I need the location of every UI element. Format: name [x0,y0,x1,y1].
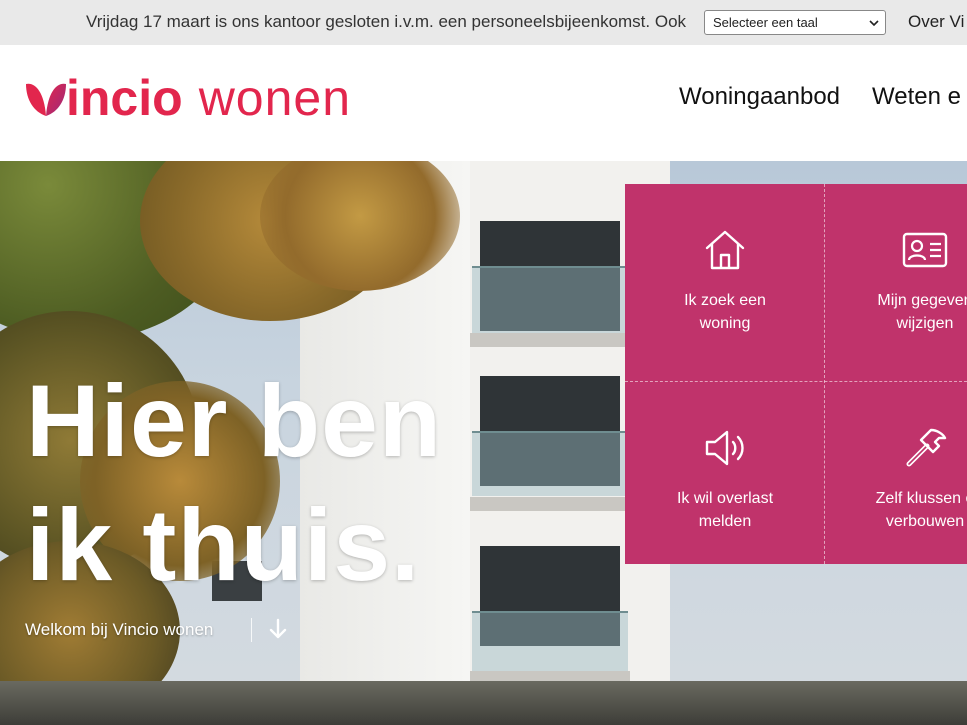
tile-gegevens-wijzigen[interactable]: Mijn gegeven wijzigen [825,184,967,382]
nav-item-weten[interactable]: Weten e [872,83,961,111]
tile-zelf-klussen[interactable]: Zelf klussen o verbouwen [825,382,967,580]
tile-label-line: wijzigen [896,315,954,332]
divider [251,618,252,642]
tile-label-line: verbouwen [885,513,965,530]
megaphone-icon [705,430,744,466]
balcony-glass [472,266,628,336]
tile-label: Zelf klussen o verbouwen [825,487,967,533]
tile-label: Mijn gegeven wijzigen [825,289,967,335]
site-header: incio wonen Woningaanbod Weten e [0,45,967,161]
tile-label-line: Ik wil overlast [676,490,774,507]
welcome-text: Welkom bij Vincio wonen [25,620,214,639]
balcony-glass [472,431,628,496]
tile-label-line: woning [699,315,751,332]
logo-word-wonen: wonen [198,70,352,126]
over-link[interactable]: Over Vi [908,12,964,32]
balcony [470,497,630,511]
tile-label-line: Zelf klussen o [875,490,967,507]
language-select[interactable]: Selecteer een taal [704,10,886,35]
tile-woning-zoeken[interactable]: Ik zoek een woning [625,184,825,382]
tile-label-line: Ik zoek een [684,292,766,309]
hero-title: Hier ben ik thuis. [26,359,442,607]
hammer-icon [906,428,947,467]
id-card-icon [902,232,948,268]
logo-mark-icon [26,83,66,116]
arrow-down-icon[interactable] [268,618,288,640]
tile-label-line: Mijn gegeven [877,292,967,309]
tile-label-line: melden [698,513,752,530]
language-select-value: Selecteer een taal [713,15,818,30]
main-nav: Woningaanbod Weten e [679,83,961,111]
logo-word-vincio: incio [66,70,183,126]
tile-overlast-melden[interactable]: Ik wil overlast melden [625,382,825,580]
chevron-down-icon [869,20,879,27]
tile-label: Ik wil overlast melden [625,487,825,533]
ground [0,681,967,725]
balcony [470,333,630,347]
announcement-text: Vrijdag 17 maart is ons kantoor gesloten… [86,12,687,31]
hero-title-line2: ik thuis. [26,488,421,602]
tile-label: Ik zoek een woning [625,289,825,335]
logo[interactable]: incio wonen [24,72,351,124]
announcement-bar: Vrijdag 17 maart is ons kantoor gesloten… [0,0,967,45]
quick-links-panel: Ik zoek een woning Mijn gegeven wijzigen… [625,184,967,564]
hero-title-line1: Hier ben [26,364,443,478]
nav-item-woningaanbod[interactable]: Woningaanbod [679,83,840,111]
balcony-glass [472,611,628,671]
house-icon [705,230,745,270]
